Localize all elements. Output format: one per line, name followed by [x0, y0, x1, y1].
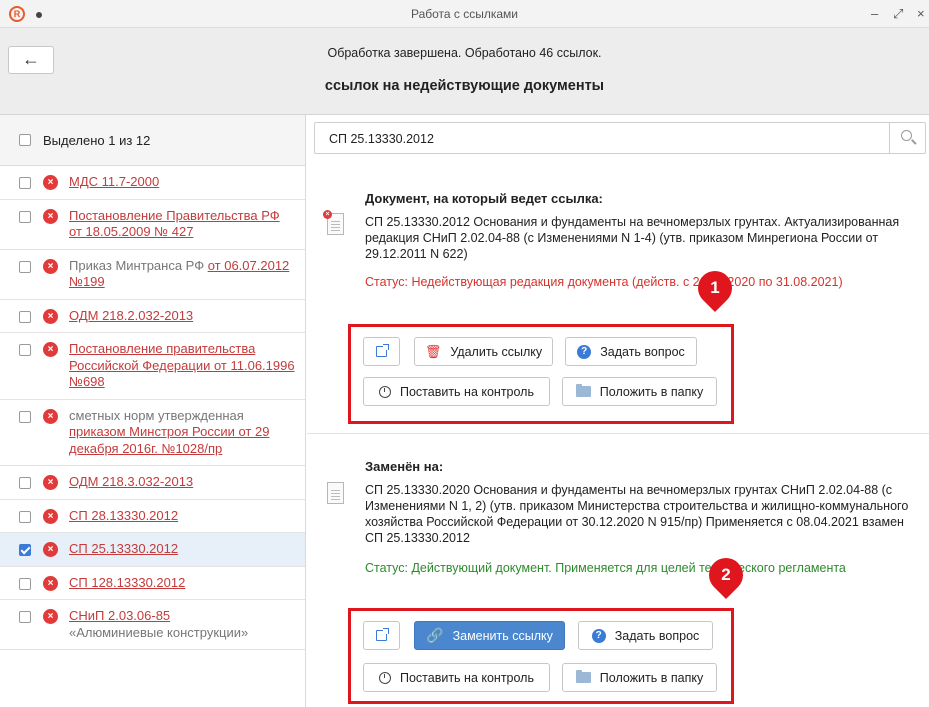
links-list: × МДС 11.7-2000 × Постановление Правительст… — [0, 166, 305, 650]
invalid-status-icon: × — [43, 475, 58, 490]
item-checkbox[interactable] — [19, 577, 31, 590]
item-text: сметных норм утвержденная приказом Минст… — [69, 408, 295, 458]
item-text: Постановление правительства Российской Ф… — [69, 341, 295, 391]
item-text: ОДМ 218.2.032-2013 — [69, 308, 193, 325]
list-item[interactable]: × сметных норм утвержденная приказом Минс… — [0, 400, 305, 466]
search-input[interactable]: СП 25.13330.2012 — [329, 132, 434, 146]
annotation-box-1 — [348, 324, 734, 424]
page-title: ссылок на недействующие документы — [324, 78, 605, 94]
list-item[interactable]: × СП 25.13330.2012 — [0, 533, 305, 567]
list-item[interactable]: × СП 128.13330.2012 — [0, 567, 305, 600]
replacement-status: Статус: Действующий документ. Применяетс… — [365, 561, 846, 575]
minimize-icon[interactable]: – — [871, 6, 878, 21]
links-list-panel: Выделено 1 из 12 × МДС 11.7-2000 × Постанов… — [0, 115, 306, 707]
item-text: МДС 11.7-2000 — [69, 174, 159, 191]
select-all-checkbox[interactable] — [19, 134, 31, 146]
item-text: СП 128.13330.2012 — [69, 575, 185, 592]
item-link[interactable]: СП 28.13330.2012 — [69, 508, 178, 523]
section-divider — [307, 433, 929, 434]
search-icon — [901, 130, 912, 141]
item-checkbox[interactable] — [19, 210, 31, 223]
maximize-icon[interactable]: ⤢ — [893, 6, 903, 22]
invalid-status-icon: × — [43, 308, 58, 324]
invalid-status-icon: × — [43, 508, 58, 524]
item-link[interactable]: СНиП 2.03.06-85 — [69, 608, 170, 623]
header: ← Обработка завершена. Обработано 46 ссы… — [0, 28, 929, 115]
item-text: ОДМ 218.3.032-2013 — [69, 474, 193, 491]
invalid-status-icon: × — [43, 175, 58, 190]
item-link[interactable]: МДС 11.7-2000 — [69, 174, 159, 189]
invalid-status-icon: × — [43, 542, 58, 557]
invalid-status-icon: × — [43, 342, 58, 357]
item-text: СП 28.13330.2012 — [69, 508, 178, 525]
search-button[interactable] — [889, 123, 925, 153]
item-context-text: сметных норм утвержденная — [69, 407, 244, 423]
target-doc-title: Документ, на который ведет ссылка: — [365, 191, 603, 206]
item-text: Приказ Минтранса РФ от 06.07.2012 №199 — [69, 258, 295, 291]
invalid-status-icon: × — [43, 609, 58, 624]
item-checkbox[interactable] — [19, 410, 31, 423]
list-item[interactable]: × СНиП 2.03.06-85 «Алюминиевые конструкции… — [0, 600, 305, 650]
item-context-text: «Алюминиевые конструкции» — [69, 624, 249, 640]
item-checkbox[interactable] — [19, 544, 31, 556]
processing-status: Обработка завершена. Обработано 46 ссыло… — [327, 46, 602, 60]
list-item[interactable]: × ОДМ 218.2.032-2013 — [0, 300, 305, 333]
item-checkbox[interactable] — [19, 510, 31, 523]
item-context-text: Приказ Минтранса РФ — [69, 257, 208, 273]
selected-count: Выделено 1 из 12 — [43, 132, 151, 148]
search-field[interactable]: СП 25.13330.2012 — [314, 122, 926, 154]
invalid-document-icon: × — [323, 210, 344, 235]
list-item[interactable]: × СП 28.13330.2012 — [0, 500, 305, 533]
annotation-marker-1: 1 — [690, 263, 740, 313]
annotation-marker-2: 2 — [701, 550, 751, 600]
close-icon[interactable]: × — [917, 6, 925, 21]
item-link[interactable]: Постановление правительства Российской Ф… — [69, 341, 295, 389]
select-all-row[interactable]: Выделено 1 из 12 — [0, 115, 305, 166]
item-link[interactable]: СП 128.13330.2012 — [69, 575, 185, 590]
list-item[interactable]: × Постановление Правительства РФ от 18.05… — [0, 200, 305, 250]
target-doc-status: Статус: Недействующая редакция документа… — [365, 275, 843, 289]
list-item[interactable]: × МДС 11.7-2000 — [0, 166, 305, 200]
target-doc-description: СП 25.13330.2012 Основания и фундаменты … — [365, 215, 900, 261]
invalid-status-icon: × — [43, 575, 58, 591]
invalid-status-icon: × — [43, 208, 58, 224]
item-checkbox[interactable] — [19, 344, 31, 356]
annotation-box-2 — [348, 608, 734, 704]
item-checkbox[interactable] — [19, 260, 31, 273]
window-title: Работа с ссылками — [410, 7, 519, 21]
item-link[interactable]: ОДМ 218.3.032-2013 — [69, 474, 193, 489]
item-link[interactable]: приказом Минстроя России от 29 декабря 2… — [69, 424, 269, 456]
details-panel: СП 25.13330.2012 Документ, на который ве… — [307, 115, 929, 707]
item-checkbox[interactable] — [19, 611, 31, 623]
invalid-status-icon: × — [43, 408, 58, 424]
item-text: СНиП 2.03.06-85 «Алюминиевые конструкции» — [69, 608, 248, 641]
item-text: СП 25.13330.2012 — [69, 541, 178, 558]
item-link[interactable]: ОДМ 218.2.032-2013 — [69, 308, 193, 323]
replacement-title: Заменён на: — [365, 459, 444, 474]
invalid-status-icon: × — [43, 258, 58, 274]
document-icon — [327, 482, 344, 504]
item-checkbox[interactable] — [19, 177, 31, 189]
item-checkbox[interactable] — [19, 477, 31, 489]
item-link[interactable]: Постановление Правительства РФ от 18.05.… — [69, 208, 280, 240]
title-bar: R Работа с ссылками – ⤢ × — [0, 0, 929, 28]
list-item[interactable]: × Постановление правительства Российской … — [0, 333, 305, 400]
item-link[interactable]: СП 25.13330.2012 — [69, 541, 178, 556]
item-checkbox[interactable] — [19, 310, 31, 323]
list-item[interactable]: × ОДМ 218.3.032-2013 — [0, 466, 305, 500]
replacement-description: СП 25.13330.2020 Основания и фундаменты … — [365, 483, 909, 545]
list-item[interactable]: × Приказ Минтранса РФ от 06.07.2012 №199 — [0, 250, 305, 300]
item-text: Постановление Правительства РФ от 18.05.… — [69, 208, 295, 241]
